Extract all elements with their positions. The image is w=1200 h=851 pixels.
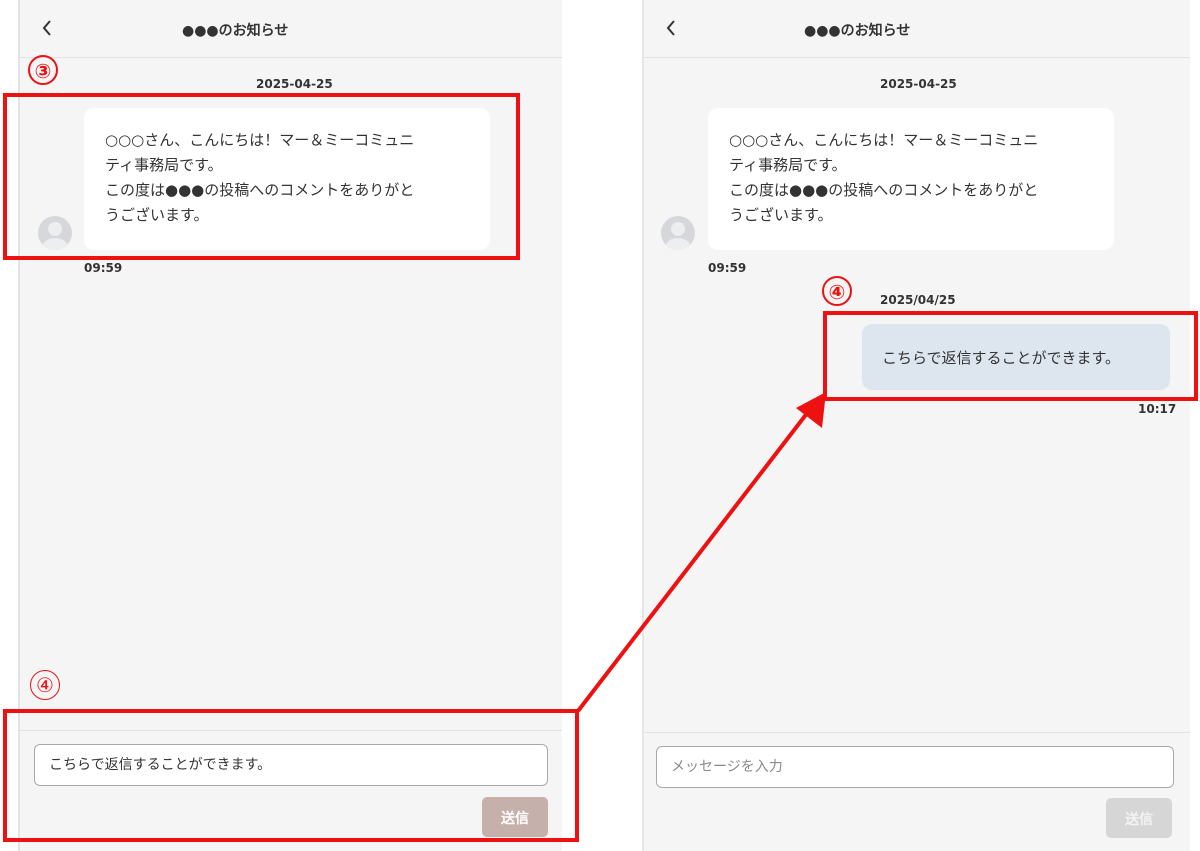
annotation-arrow bbox=[576, 392, 826, 713]
